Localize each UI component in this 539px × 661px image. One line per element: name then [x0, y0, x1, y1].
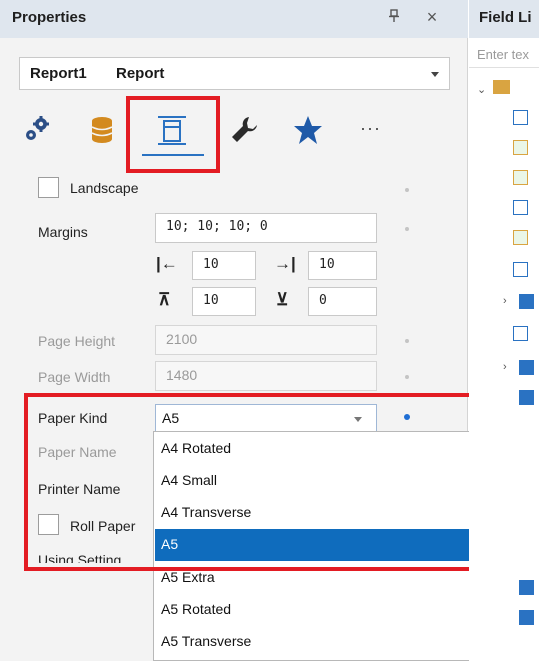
field-list-search-input[interactable]: Enter tex: [469, 44, 539, 68]
field-date-icon[interactable]: [513, 326, 528, 341]
table-icon[interactable]: [519, 390, 534, 405]
margin-bottom-icon: ⊻: [276, 290, 289, 309]
margin-top-field[interactable]: 10: [192, 287, 256, 316]
paper-kind-value: A5: [162, 410, 180, 426]
page-width-field[interactable]: 1480: [155, 361, 377, 391]
field-number-icon[interactable]: [513, 110, 528, 125]
dropdown-option[interactable]: A4 Rotated: [155, 433, 505, 465]
pin-icon[interactable]: [384, 9, 404, 29]
properties-header: Properties ×: [0, 0, 468, 38]
margin-right-icon: →|: [274, 254, 296, 273]
printer-name-label: Printer Name: [38, 481, 121, 497]
paper-kind-select[interactable]: A5: [155, 404, 377, 432]
margin-right-field[interactable]: 10: [308, 251, 377, 280]
wrench-icon: [232, 117, 257, 142]
margins-label: Margins: [38, 224, 88, 240]
chevron-down-icon[interactable]: ⌄: [477, 83, 486, 96]
properties-panel: Properties × Report1 Report ··· Landscap…: [0, 0, 532, 661]
chevron-down-icon: [354, 417, 362, 422]
paper-kind-modified-dot: [404, 414, 410, 420]
dropdown-option[interactable]: A4 Transverse: [155, 497, 505, 529]
selector-component-type: Report: [116, 65, 165, 82]
dropdown-option[interactable]: A5 Extra: [155, 562, 505, 594]
page-height-default-dot: [405, 339, 409, 343]
chevron-right-icon[interactable]: ›: [503, 295, 507, 307]
page-height-field[interactable]: 2100: [155, 325, 377, 355]
more-icon: ···: [360, 118, 381, 138]
table-icon[interactable]: [519, 294, 534, 309]
field-list-header: Field Li: [469, 0, 539, 38]
table-icon[interactable]: [519, 580, 534, 595]
paper-name-label: Paper Name: [38, 444, 117, 460]
tab-data[interactable]: [84, 108, 120, 154]
table-icon: [493, 80, 510, 94]
tab-favorites[interactable]: [290, 108, 326, 154]
dropdown-option-selected[interactable]: A5: [155, 529, 505, 561]
page-width-label: Page Width: [38, 369, 111, 385]
dropdown-option[interactable]: A5 Rotated: [155, 594, 505, 626]
database-icon: [91, 117, 113, 143]
tab-more[interactable]: ···: [356, 108, 392, 154]
roll-paper-label: Roll Paper: [70, 518, 136, 534]
close-icon[interactable]: ×: [422, 7, 442, 29]
paper-kind-label: Paper Kind: [38, 410, 108, 426]
dropdown-option[interactable]: A5 Transverse: [155, 626, 505, 658]
landscape-checkbox[interactable]: [38, 177, 59, 198]
tab-tools[interactable]: [226, 108, 262, 154]
chevron-down-icon: [431, 72, 439, 77]
dropdown-option[interactable]: A4 Small: [155, 465, 505, 497]
page-width-default-dot: [405, 375, 409, 379]
landscape-default-dot: [405, 188, 409, 192]
page-height-label: Page Height: [38, 333, 116, 349]
field-bool-icon[interactable]: [513, 170, 528, 185]
gears-icon: [26, 116, 49, 140]
selector-component-name: Report1: [30, 65, 87, 82]
table-icon[interactable]: [519, 610, 534, 625]
field-list-title: Field Li: [479, 9, 532, 26]
using-setting-label: Using Setting: [38, 552, 122, 563]
properties-title: Properties: [12, 9, 87, 26]
field-text-icon[interactable]: [513, 200, 528, 215]
field-bool-icon[interactable]: [513, 230, 528, 245]
component-selector[interactable]: Report1 Report: [19, 57, 450, 90]
field-bool-icon[interactable]: [513, 140, 528, 155]
chevron-right-icon[interactable]: ›: [503, 361, 507, 373]
margin-left-icon: |←: [156, 254, 178, 273]
margins-default-dot: [405, 227, 409, 231]
margin-left-field[interactable]: 10: [192, 251, 256, 280]
field-list-panel: Field Li Enter tex ⌄ › ›: [469, 0, 539, 661]
landscape-label: Landscape: [70, 180, 139, 196]
roll-paper-checkbox[interactable]: [38, 514, 59, 535]
margins-field[interactable]: 10; 10; 10; 0: [155, 213, 377, 243]
table-icon[interactable]: [519, 360, 534, 375]
tab-highlight-box: [126, 96, 220, 173]
tab-behavior[interactable]: [20, 108, 56, 154]
margin-top-icon: ⊼: [158, 290, 171, 309]
margin-bottom-field[interactable]: 0: [308, 287, 377, 316]
star-icon: [294, 116, 322, 144]
field-text-icon[interactable]: [513, 262, 528, 277]
